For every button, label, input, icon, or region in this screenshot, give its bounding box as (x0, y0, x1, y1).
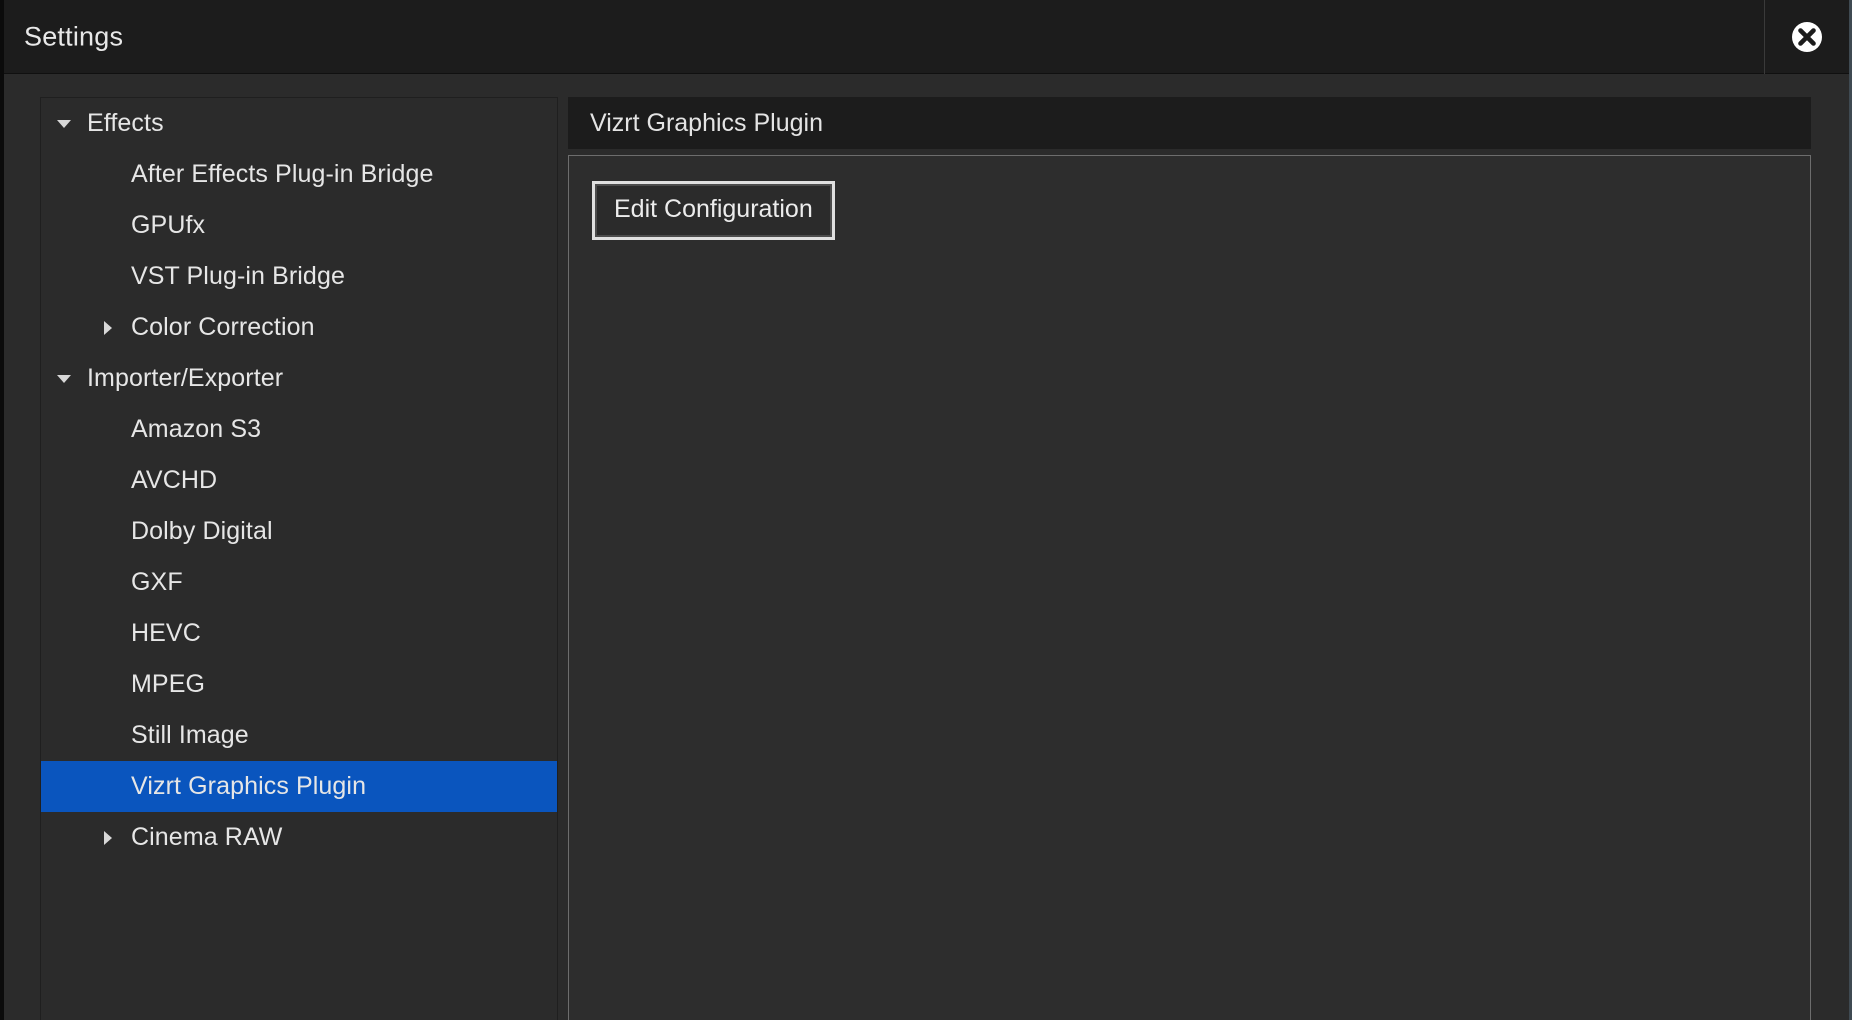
close-circle-icon (1787, 17, 1827, 57)
settings-detail-panel: Vizrt Graphics Plugin Edit Configuration (568, 97, 1811, 1020)
tree-item-label: Amazon S3 (131, 415, 262, 443)
tree-item-avchd[interactable]: AVCHD (41, 455, 557, 506)
panel-content: Edit Configuration (568, 155, 1811, 1020)
tree-item-label: AVCHD (131, 466, 218, 494)
tree-item-amazon-s3[interactable]: Amazon S3 (41, 404, 557, 455)
tree-item-label: Still Image (131, 721, 249, 749)
panel-header-title: Vizrt Graphics Plugin (590, 108, 823, 137)
triangle-down-icon[interactable] (53, 353, 75, 404)
triangle-right-icon[interactable] (97, 302, 119, 353)
tree-item-label: Importer/Exporter (87, 364, 284, 392)
edit-configuration-button[interactable]: Edit Configuration (592, 181, 835, 240)
tree-item-label: GPUfx (131, 211, 206, 239)
window-title: Settings (24, 21, 124, 51)
tree-item-vst-plug-in-bridge[interactable]: VST Plug-in Bridge (41, 251, 557, 302)
edit-configuration-label: Edit Configuration (595, 184, 832, 237)
tree-item-gpufx[interactable]: GPUfx (41, 200, 557, 251)
tree-item-label: Cinema RAW (131, 823, 283, 851)
tree-item-label: GXF (131, 568, 183, 596)
tree-item-gxf[interactable]: GXF (41, 557, 557, 608)
tree-item-label: MPEG (131, 670, 206, 698)
settings-category-tree[interactable]: Effects After Effects Plug-in Bridge GPU… (40, 97, 558, 1020)
tree-item-hevc[interactable]: HEVC (41, 608, 557, 659)
tree-item-label: After Effects Plug-in Bridge (131, 160, 434, 188)
tree-item-importer-exporter[interactable]: Importer/Exporter (41, 353, 557, 404)
panel-header: Vizrt Graphics Plugin (568, 97, 1811, 149)
triangle-right-icon[interactable] (97, 812, 119, 863)
tree-item-dolby-digital[interactable]: Dolby Digital (41, 506, 557, 557)
titlebar-divider (1764, 0, 1765, 74)
tree-item-label: Color Correction (131, 313, 315, 341)
tree-item-effects[interactable]: Effects (41, 98, 557, 149)
tree-item-mpeg[interactable]: MPEG (41, 659, 557, 710)
tree-item-cinema-raw[interactable]: Cinema RAW (41, 812, 557, 863)
settings-body: Effects After Effects Plug-in Bridge GPU… (4, 74, 1849, 1020)
tree-item-label: Dolby Digital (131, 517, 273, 545)
tree-item-vizrt-graphics-plugin[interactable]: Vizrt Graphics Plugin (41, 761, 557, 812)
tree-item-label: Vizrt Graphics Plugin (131, 772, 367, 800)
tree-item-color-correction[interactable]: Color Correction (41, 302, 557, 353)
title-bar: Settings (4, 0, 1849, 74)
settings-window: Settings Effects After Effects Plug-in B… (0, 0, 1852, 1020)
close-button[interactable] (1785, 15, 1829, 59)
tree-item-still-image[interactable]: Still Image (41, 710, 557, 761)
tree-item-label: HEVC (131, 619, 201, 647)
tree-item-after-effects-plug-in-bridge[interactable]: After Effects Plug-in Bridge (41, 149, 557, 200)
triangle-down-icon[interactable] (53, 98, 75, 149)
tree-item-label: VST Plug-in Bridge (131, 262, 345, 290)
tree-item-label: Effects (87, 109, 164, 137)
